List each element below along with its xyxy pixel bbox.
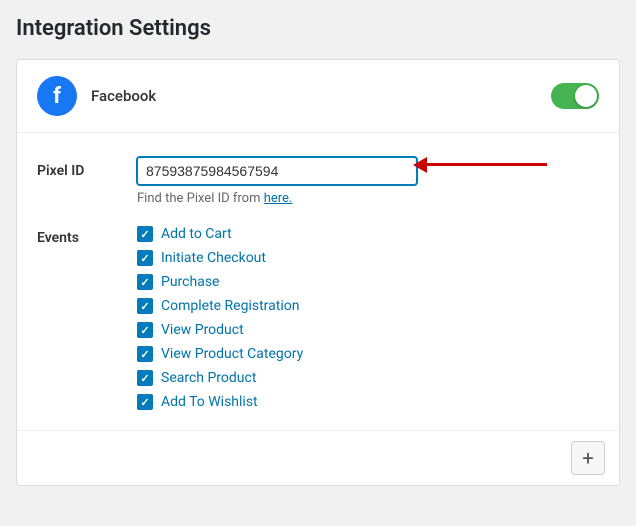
facebook-row: f Facebook xyxy=(17,60,619,133)
event-item: Add To Wishlist xyxy=(137,394,303,410)
event-item: Search Product xyxy=(137,370,303,386)
facebook-label: Facebook xyxy=(91,87,551,105)
event-name: Purchase xyxy=(161,274,219,290)
add-icon: + xyxy=(582,446,593,470)
pixel-hint: Find the Pixel ID from here. xyxy=(137,191,599,206)
event-checkbox[interactable] xyxy=(137,370,153,386)
page-title: Integration Settings xyxy=(16,16,620,41)
event-checkbox[interactable] xyxy=(137,394,153,410)
pixel-id-row: Pixel ID Find the Pixel ID from here. xyxy=(37,157,599,206)
event-item: View Product Category xyxy=(137,346,303,362)
event-name: Search Product xyxy=(161,370,256,386)
settings-content: Pixel ID Find the Pixel ID from here. Ev… xyxy=(17,133,619,430)
fb-letter: f xyxy=(53,84,61,109)
events-row: Events Add to Cart Initiate Checkout Purch… xyxy=(37,226,599,410)
event-name: Complete Registration xyxy=(161,298,299,314)
event-checkbox[interactable] xyxy=(137,322,153,338)
event-name: Add To Wishlist xyxy=(161,394,258,410)
event-checkbox[interactable] xyxy=(137,346,153,362)
event-name: View Product xyxy=(161,322,244,338)
card-footer: + xyxy=(17,430,619,485)
event-checkbox[interactable] xyxy=(137,274,153,290)
event-item: Purchase xyxy=(137,274,303,290)
event-checkbox[interactable] xyxy=(137,226,153,242)
settings-card: f Facebook Pixel ID Find the Pixel ID fr… xyxy=(16,59,620,486)
arrow-annotation xyxy=(427,163,547,166)
facebook-icon: f xyxy=(37,76,77,116)
pixel-field-content: Find the Pixel ID from here. xyxy=(137,157,599,206)
pixel-hint-text: Find the Pixel ID from xyxy=(137,191,260,206)
events-list: Add to Cart Initiate Checkout Purchase Comp… xyxy=(137,226,303,410)
add-button[interactable]: + xyxy=(571,441,605,475)
event-item: Initiate Checkout xyxy=(137,250,303,266)
event-checkbox[interactable] xyxy=(137,250,153,266)
event-name: Initiate Checkout xyxy=(161,250,266,266)
arrow-line xyxy=(427,163,547,166)
event-item: Add to Cart xyxy=(137,226,303,242)
event-item: View Product xyxy=(137,322,303,338)
pixel-hint-link[interactable]: here. xyxy=(264,191,293,206)
arrow-head xyxy=(413,157,427,173)
event-item: Complete Registration xyxy=(137,298,303,314)
pixel-id-label: Pixel ID xyxy=(37,157,137,179)
facebook-toggle[interactable] xyxy=(551,83,599,109)
event-checkbox[interactable] xyxy=(137,298,153,314)
event-name: Add to Cart xyxy=(161,226,232,242)
events-label: Events xyxy=(37,226,137,246)
pixel-id-input[interactable] xyxy=(137,157,417,185)
event-name: View Product Category xyxy=(161,346,303,362)
